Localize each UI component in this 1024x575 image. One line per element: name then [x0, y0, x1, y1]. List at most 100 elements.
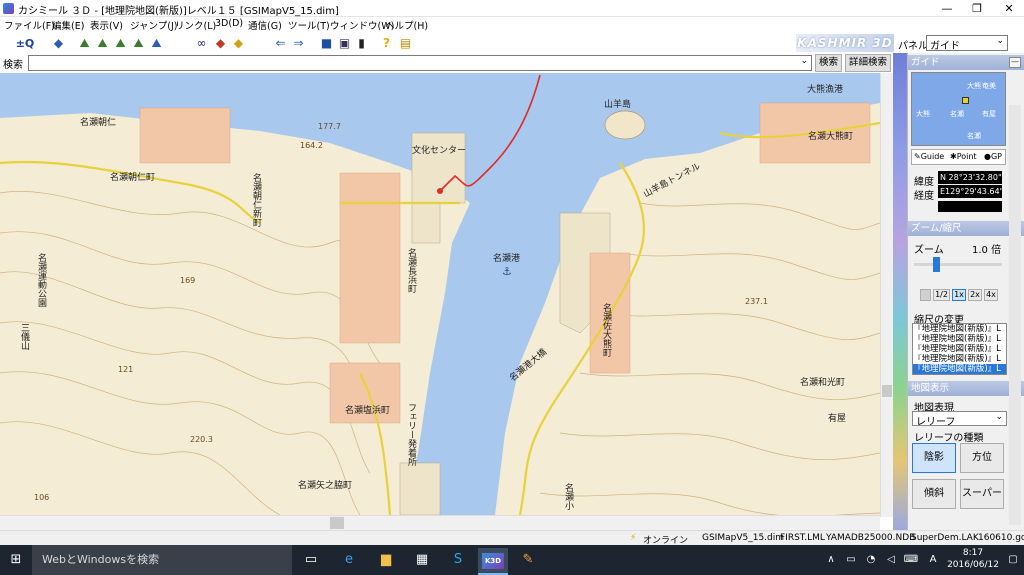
status-gdb: 160610.gdb	[978, 533, 1024, 543]
taskbar-search-input[interactable]: WebとWindowsを検索	[32, 545, 292, 575]
search-button[interactable]: 検索	[815, 54, 843, 72]
zoom-4x-button[interactable]: 4x	[984, 289, 998, 301]
maximize-button[interactable]: ❐	[962, 0, 992, 17]
menu-jump[interactable]: ジャンプ(J)	[130, 18, 177, 32]
online-icon: ⚡	[630, 533, 637, 543]
zoom-slider-thumb[interactable]	[933, 257, 940, 272]
window-title: カシミール ３Ｄ - [地理院地図(新版)]レベル１５ [GSIMapV5_15…	[18, 6, 339, 17]
search-input[interactable]: ⌄	[28, 55, 812, 71]
windows-start-icon[interactable]: ⊞	[7, 551, 25, 569]
scale-list-item[interactable]: 『地理院地図(新版)』L	[913, 344, 1006, 354]
scale-list-item[interactable]: 『地理院地図(新版)』L	[913, 324, 1006, 334]
status-file: GSIMapV5_15.dim	[702, 533, 785, 543]
chevron-down-icon: ⌄	[800, 56, 808, 66]
tab-gps[interactable]: ●GP	[984, 152, 1002, 161]
open-icon[interactable]: ◆	[50, 36, 67, 51]
map-vertical-scrollbar[interactable]	[880, 73, 893, 517]
relief-aspect-button[interactable]: 方位	[960, 443, 1004, 473]
paint-icon[interactable]: ✎	[519, 551, 537, 569]
app-icon[interactable]	[3, 3, 14, 14]
zoom-half-button[interactable]: 1/2	[933, 289, 950, 301]
clock-time[interactable]: 8:17	[953, 548, 993, 558]
scale-list-item[interactable]: 『地理院地図(新版)』L	[913, 354, 1006, 364]
guide-header[interactable]: ガイド —	[908, 55, 1024, 70]
relief-shade-button[interactable]: 陰影	[912, 443, 956, 473]
map-label: 名瀬朝仁町	[110, 173, 156, 183]
menu-help[interactable]: ヘルプ(H)	[385, 18, 428, 32]
menu-3d[interactable]: 3D(D)	[215, 18, 243, 29]
zoom-header[interactable]: ズーム/縮尺 —	[908, 221, 1024, 236]
back-icon[interactable]: ⇐	[272, 36, 289, 51]
tab-guide-label: Guide	[920, 152, 945, 161]
notification-icon[interactable]: ▢	[1004, 551, 1022, 569]
menu-link[interactable]: リンク(L)	[175, 18, 216, 32]
zoom-preset-blank[interactable]	[920, 289, 931, 301]
terrain-view-2-icon[interactable]: ⛰	[94, 36, 111, 51]
scale-list[interactable]: 『地理院地図(新版)』L 『地理院地図(新版)』L 『地理院地図(新版)』L 『…	[912, 323, 1007, 375]
close-button[interactable]: ✕	[994, 0, 1024, 17]
menu-tools[interactable]: ツール(T)	[288, 18, 330, 32]
tag-icon[interactable]: ◆	[212, 36, 229, 51]
terrain-view-3-icon[interactable]: ⛰	[112, 36, 129, 51]
show-hidden-icons[interactable]: ∧	[822, 551, 840, 569]
volume-icon[interactable]: ◁	[882, 551, 900, 569]
zoom-tool-button[interactable]: ±Q	[13, 36, 37, 51]
spot-height: 237.1	[745, 297, 768, 306]
map-style-select[interactable]: レリーフ ⌄	[912, 411, 1007, 428]
help-icon[interactable]: ?	[378, 36, 395, 51]
horizontal-scroll-thumb[interactable]	[330, 517, 344, 529]
phone-icon[interactable]: ▮	[353, 36, 370, 51]
camera-icon[interactable]: ■	[318, 36, 335, 51]
panel-scrollbar[interactable]	[1009, 105, 1021, 525]
zoom-2x-button[interactable]: 2x	[968, 289, 982, 301]
minimap-label: 名瀬	[967, 132, 981, 140]
battery-icon[interactable]: ▭	[842, 551, 860, 569]
tab-guide[interactable]: ✎Guide	[914, 152, 944, 161]
mapview-header[interactable]: 地図表示 —	[908, 381, 1024, 396]
vertical-scroll-thumb[interactable]	[882, 385, 892, 397]
network-icon[interactable]: ◔	[862, 551, 880, 569]
terrain-view-4-icon[interactable]: ⛰	[130, 36, 147, 51]
zoom-1x-button[interactable]: 1x	[952, 289, 966, 301]
clock-date[interactable]: 2016/06/12	[940, 560, 1006, 570]
map-horizontal-scrollbar[interactable]	[0, 515, 880, 530]
forward-icon[interactable]: ⇒	[290, 36, 307, 51]
hint-icon[interactable]: ▤	[397, 36, 414, 51]
relief-slope-button[interactable]: 傾斜	[912, 479, 956, 509]
scale-list-item-selected[interactable]: 『地理院地図(新版)』L	[913, 364, 1006, 374]
detail-search-button[interactable]: 詳細検索	[845, 54, 892, 72]
minimize-button[interactable]: —	[932, 0, 962, 17]
menu-file[interactable]: ファイル(F)	[4, 18, 55, 32]
menu-comm[interactable]: 通信(G)	[248, 18, 282, 32]
terrain-view-icon[interactable]: ⛰	[76, 36, 93, 51]
taskbar: ⊞ WebとWindowsを検索 ▭ e ▆ ▦ S K3D ✎ ∧ ▭ ◔ ◁…	[0, 545, 1024, 575]
file-explorer-icon[interactable]: ▆	[377, 551, 395, 569]
map-label: 名瀬大熊町	[808, 132, 854, 142]
gps-icon[interactable]: ▣	[336, 36, 353, 51]
relief-super-button[interactable]: スーパー	[960, 479, 1004, 509]
map-view[interactable]: ⚓ 名瀬朝仁 名瀬朝仁町 名瀬朝仁新町 名瀬港 文化センター 名瀬長浜町 山羊島…	[0, 73, 880, 515]
store-icon[interactable]: ▦	[413, 551, 431, 569]
tag-2-icon[interactable]: ◆	[230, 36, 247, 51]
edge-icon[interactable]: e	[340, 551, 358, 569]
map-label: 名瀬佐大熊町	[601, 303, 611, 357]
tab-point[interactable]: ✱Point	[950, 152, 977, 161]
task-view-icon[interactable]: ▭	[302, 551, 320, 569]
guide-minimap[interactable]: 大熊 奄美 大熊 名瀬 有屋 名瀬	[911, 72, 1006, 146]
menu-view[interactable]: 表示(V)	[90, 18, 123, 32]
zoom-slider[interactable]	[914, 257, 1002, 272]
map-label: 名瀬朝仁新町	[251, 173, 261, 227]
menu-edit[interactable]: 編集(E)	[52, 18, 84, 32]
map-label: 山羊島	[604, 100, 632, 110]
point-icon: ✱	[950, 152, 957, 161]
binoculars-icon[interactable]: ∞	[193, 36, 210, 51]
kashmir-taskbar-button[interactable]: K3D	[478, 548, 508, 575]
extra-readout	[938, 201, 1002, 212]
collapse-icon[interactable]: —	[1009, 57, 1021, 68]
skype-icon[interactable]: S	[449, 551, 467, 569]
panel-select[interactable]: ガイド ⌄	[926, 35, 1008, 52]
terrain-view-5-icon[interactable]: ⛰	[148, 36, 165, 51]
scale-list-item[interactable]: 『地理院地図(新版)』L	[913, 334, 1006, 344]
keyboard-icon[interactable]: ⌨	[902, 551, 920, 569]
guide-title: ガイド	[911, 57, 940, 68]
